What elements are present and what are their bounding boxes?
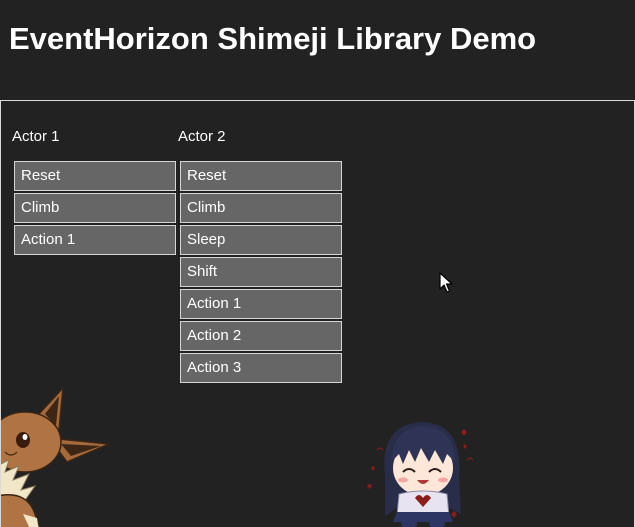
actor-2-sleep-button[interactable]: Sleep — [180, 225, 342, 255]
actor-2-action-3-button[interactable]: Action 3 — [180, 353, 342, 383]
actor-1-reset-button[interactable]: Reset — [14, 161, 176, 191]
actor-1-action-1-button[interactable]: Action 1 — [14, 225, 176, 255]
shimeji-stage: Actor 1 Reset Climb Action 1 Actor 2 Res… — [0, 100, 635, 527]
actor-2-action-2-button[interactable]: Action 2 — [180, 321, 342, 351]
eevee-shimeji-icon[interactable] — [1, 386, 116, 527]
chibi-girl-shimeji-icon[interactable] — [363, 416, 483, 527]
mouse-pointer-icon — [439, 272, 453, 293]
actor-1-button-list: Reset Climb Action 1 — [14, 161, 176, 257]
actor-2-climb-button[interactable]: Climb — [180, 193, 342, 223]
actor-2-title: Actor 2 — [178, 128, 226, 145]
actor-2-button-list: Reset Climb Sleep Shift Action 1 Action … — [180, 161, 342, 385]
actor-2-reset-button[interactable]: Reset — [180, 161, 342, 191]
page-header: EventHorizon Shimeji Library Demo — [0, 0, 635, 100]
page-title: EventHorizon Shimeji Library Demo — [9, 21, 537, 56]
actor-1-climb-button[interactable]: Climb — [14, 193, 176, 223]
actor-1-title: Actor 1 — [12, 128, 60, 145]
actor-2-action-1-button[interactable]: Action 1 — [180, 289, 342, 319]
actor-2-shift-button[interactable]: Shift — [180, 257, 342, 287]
